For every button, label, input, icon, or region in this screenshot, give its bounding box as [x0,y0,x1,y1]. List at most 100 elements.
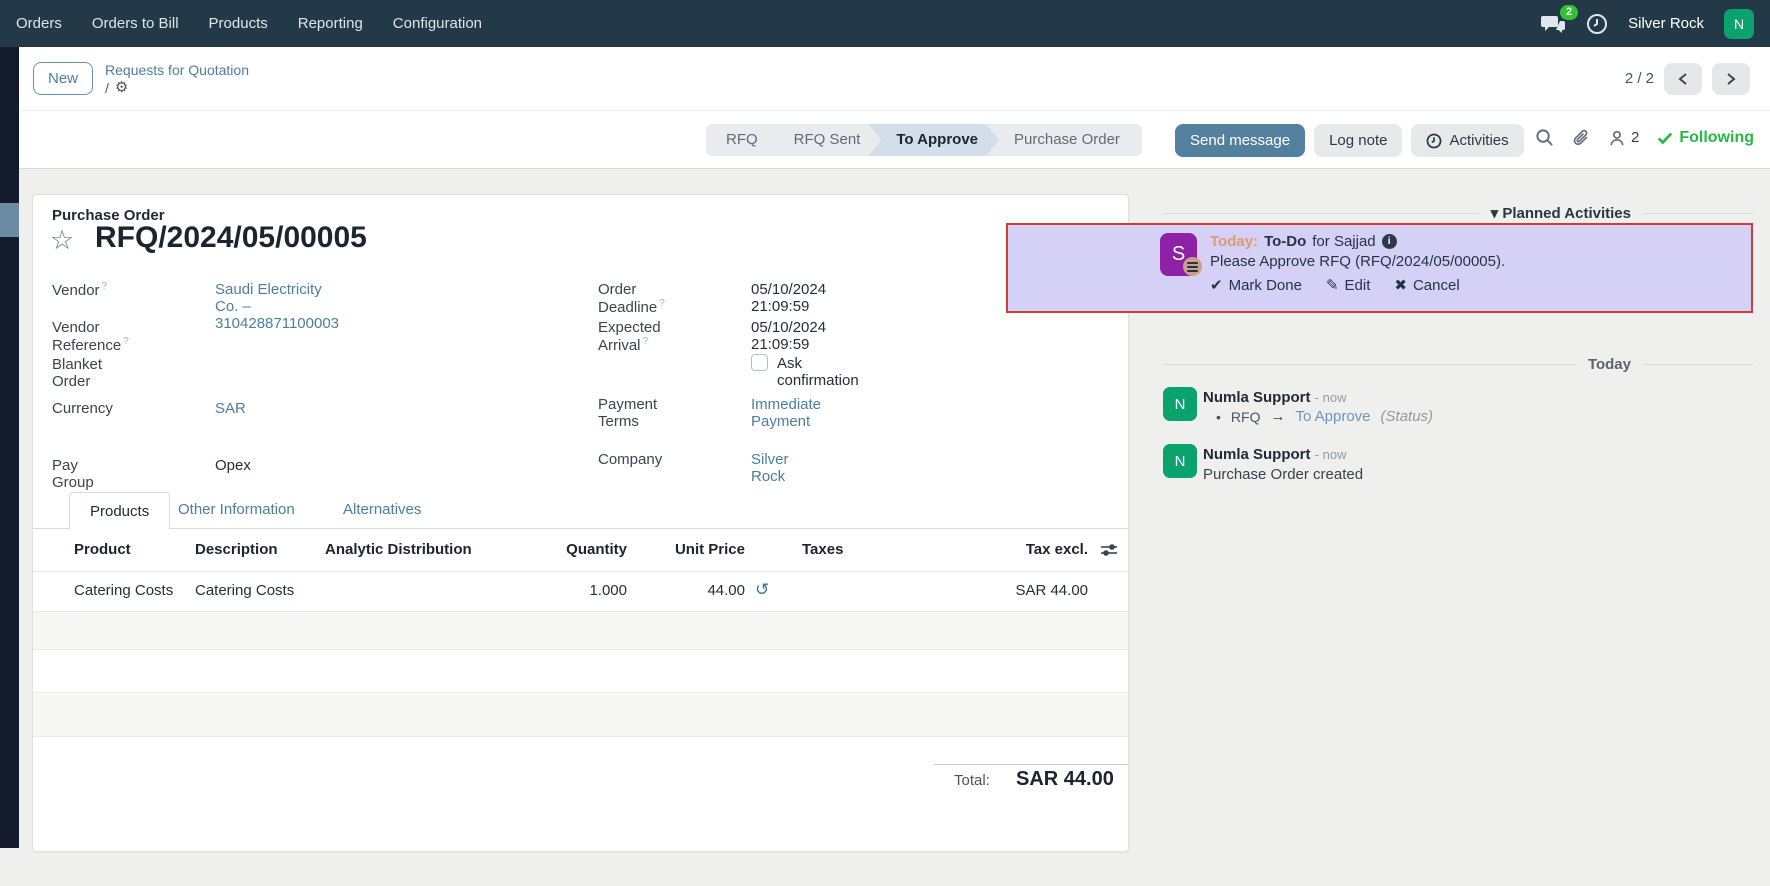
new-button[interactable]: New [33,62,94,95]
favorite-star-icon[interactable]: ☆ [50,225,74,256]
date-divider-label: Today [1587,356,1631,373]
status-step-purchase-order[interactable]: Purchase Order [986,124,1142,156]
cancel-activity-button[interactable]: ✖ Cancel [1394,276,1459,295]
tracking-field-name: (Status) [1380,408,1434,425]
help-mark: ? [642,336,649,347]
planned-activities-toggle[interactable]: ▾ Planned Activities [1491,204,1631,222]
message-header: Numla Support - now [1203,389,1346,406]
date-divider: Today [1163,356,1753,373]
nav-item-configuration[interactable]: Configuration [393,15,482,32]
empty-row[interactable] [33,612,1128,650]
planned-activities-header: ▾ Planned Activities [1163,204,1753,222]
check-icon [1658,132,1673,144]
company-label: Company [598,451,663,468]
activity-summary: Please Approve RFQ (RFQ/2024/05/00005). [1210,253,1506,270]
divider [1643,364,1753,365]
top-navbar: Orders Orders to Bill Products Reporting… [0,0,1770,47]
message-body: Purchase Order created [1203,466,1364,483]
vendor-reference-input[interactable] [215,319,515,339]
nav-item-products[interactable]: Products [209,15,268,32]
nav-item-reporting[interactable]: Reporting [298,15,363,32]
status-step-rfq-sent[interactable]: RFQ Sent [766,124,883,156]
payment-terms-value[interactable]: Immediate Payment [751,396,821,430]
tracking-line: • RFQ → To Approve (Status) [1216,408,1433,425]
price-history-icon[interactable]: ↺ [755,580,769,600]
col-quantity: Quantity [566,541,627,558]
message-time: - now [1314,390,1347,405]
cell-quantity[interactable]: 1.000 [589,582,627,599]
message-time: - now [1314,447,1347,462]
blanket-order-label: Blanket Order [52,356,103,390]
message-author: Numla Support [1203,389,1311,406]
gear-icon[interactable]: ⚙ [115,79,128,97]
messages-icon[interactable]: 2 [1540,4,1579,35]
bullet: • [1216,408,1221,425]
status-step-to-approve[interactable]: To Approve [868,124,1000,156]
nav-item-orders[interactable]: Orders [16,15,62,32]
ask-confirmation-checkbox[interactable] [751,354,768,371]
breadcrumb-parent-link[interactable]: Requests for Quotation [105,61,249,79]
vendor-label: Vendor? [52,281,108,299]
breadcrumb-bar: New Requests for Quotation / ⚙ 2 / 2 [19,47,1770,110]
order-deadline-label: Order Deadline? [598,281,665,316]
empty-row[interactable] [33,694,1128,737]
expected-arrival-value[interactable]: 05/10/2024 21:09:59 [751,319,826,353]
company-name[interactable]: Silver Rock [1628,15,1704,32]
activity-due-date: Today: [1210,233,1259,250]
tracking-new-value[interactable]: To Approve [1295,408,1370,425]
person-icon [1610,130,1624,145]
currency-value[interactable]: SAR [215,400,246,417]
activities-clock-icon[interactable] [1586,13,1608,35]
ask-confirmation-label: Ask confirmation [777,355,859,389]
company-value[interactable]: Silver Rock [751,451,789,485]
total-label: Total: [954,772,990,789]
tab-other-information[interactable]: Other Information [158,491,315,529]
status-step-rfq[interactable]: RFQ [706,124,780,156]
total-value: SAR 44.00 [1016,768,1114,790]
cell-description[interactable]: Catering Costs [195,582,294,599]
send-message-button[interactable]: Send message [1175,124,1306,157]
expected-arrival-label: Expected Arrival? [598,319,661,354]
attachment-icon[interactable] [1572,128,1590,147]
cell-unit-price[interactable]: 44.00 [707,582,745,599]
following-button[interactable]: Following [1657,129,1754,147]
user-avatar[interactable]: N [1724,8,1754,39]
help-mark: ? [101,281,108,292]
left-scrollbar-track[interactable] [0,47,19,848]
cell-product[interactable]: Catering Costs [74,582,173,599]
followers-button[interactable]: 2 [1608,129,1639,147]
activities-button[interactable]: Activities [1411,124,1524,157]
empty-row[interactable] [33,651,1128,693]
cell-subtotal: SAR 44.00 [1015,582,1088,599]
status-bar: RFQ RFQ Sent To Approve Purchase Order [706,124,1142,156]
pay-group-value[interactable]: Opex [215,457,251,474]
mark-done-button[interactable]: ✔ Mark Done [1210,276,1302,295]
message-avatar[interactable]: N [1163,387,1197,421]
page-title: RFQ/2024/05/00005 [95,221,367,254]
divider [1163,212,1479,214]
breadcrumb: Requests for Quotation / ⚙ [105,61,249,97]
log-note-button[interactable]: Log note [1314,124,1403,157]
col-product: Product [74,541,131,558]
tab-alternatives[interactable]: Alternatives [323,491,441,529]
page: Orders Orders to Bill Products Reporting… [0,0,1770,886]
nav-menus: Orders Orders to Bill Products Reporting… [16,15,482,32]
order-line-row[interactable]: Catering Costs Catering Costs 1.000 44.0… [33,572,1128,612]
pager-next-button[interactable] [1712,62,1750,95]
search-icon[interactable] [1535,128,1554,147]
order-deadline-value[interactable]: 05/10/2024 21:09:59 [751,281,826,315]
vendor-reference-label: Vendor Reference? [52,319,129,354]
blanket-order-input[interactable] [215,356,515,376]
divider [1643,212,1753,214]
message-avatar[interactable]: N [1163,444,1197,478]
edit-activity-button[interactable]: ✎ Edit [1326,276,1370,295]
messages-badge: 2 [1560,4,1579,20]
nav-item-orders-to-bill[interactable]: Orders to Bill [92,15,179,32]
col-analytic-distribution: Analytic Distribution [325,541,472,558]
left-scrollbar-thumb[interactable] [0,203,19,237]
tab-products[interactable]: Products [69,492,171,530]
optional-columns-icon[interactable] [1101,543,1117,557]
info-icon[interactable]: i [1381,234,1397,249]
pager-previous-button[interactable] [1664,62,1702,95]
payment-terms-label: Payment Terms [598,396,658,430]
